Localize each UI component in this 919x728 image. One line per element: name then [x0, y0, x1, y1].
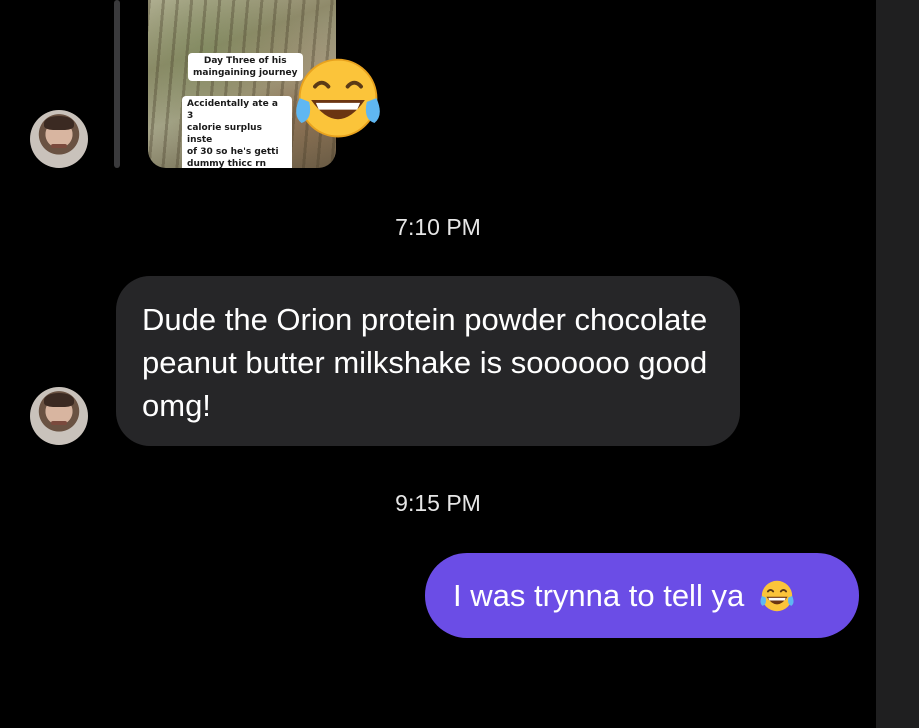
- post-caption-body: Accidentally ate a 3 calorie surplus ins…: [182, 96, 292, 168]
- outgoing-message-text: I was trynna to tell ya: [453, 577, 745, 613]
- timestamp: 7:10 PM: [395, 214, 481, 240]
- laughing-tears-reaction-icon[interactable]: [290, 52, 386, 148]
- outgoing-message-bubble[interactable]: I was trynna to tell ya: [425, 553, 859, 638]
- incoming-message-text: Dude the Orion protein powder chocolate …: [142, 302, 708, 423]
- scrollbar-track[interactable]: [876, 0, 919, 728]
- laughing-tears-icon: [760, 580, 794, 611]
- reply-indicator-bar: [114, 0, 120, 168]
- incoming-message-bubble[interactable]: Dude the Orion protein powder chocolate …: [116, 276, 740, 446]
- post-caption-title: Day Three of his maingaining journey: [188, 53, 303, 81]
- contact-avatar[interactable]: [30, 387, 88, 445]
- timestamp: 9:15 PM: [395, 490, 481, 516]
- contact-avatar[interactable]: [30, 110, 88, 168]
